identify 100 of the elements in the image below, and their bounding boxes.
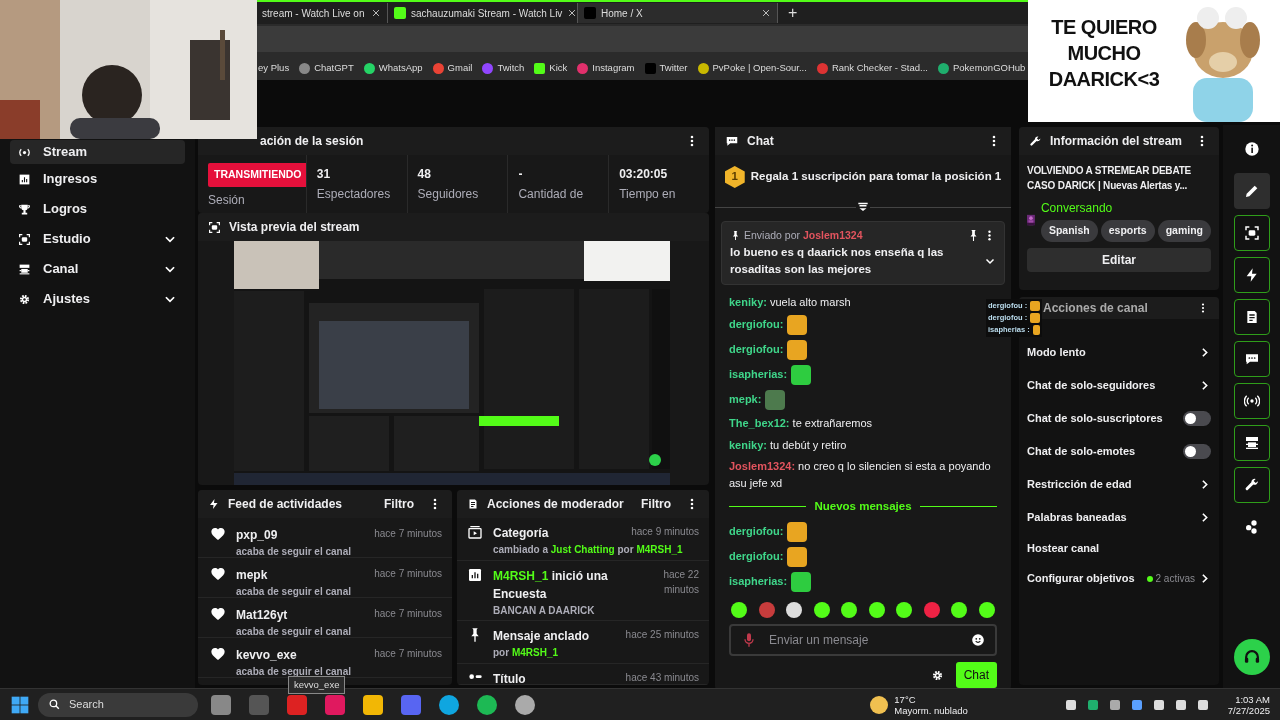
stream-title: VOLVIENDO A STREMEAR DEBATE CASO DARICK | Nuevas Alertas y... (1027, 164, 1193, 193)
channel-action-row[interactable]: Palabras baneadas (1019, 501, 1219, 534)
bookmark[interactable]: Twitter (644, 60, 688, 76)
activity-text: acaba de seguir el canal (236, 545, 353, 557)
bookmark[interactable]: Instagram (577, 60, 635, 76)
sidebar-item[interactable]: Stream (10, 140, 185, 164)
channel-action-row[interactable]: Hostear canal (1019, 534, 1219, 562)
sidebar-item[interactable]: Logros (10, 194, 185, 224)
activity-text: acaba de seguir el canal (236, 625, 353, 637)
sidebar-item[interactable]: Estudio (10, 224, 185, 254)
goal-count: 2 activas (1155, 572, 1195, 586)
username[interactable]: pxp_09 (236, 526, 365, 544)
rank-badge: 1 (724, 166, 745, 188)
card-title: Acciones de moderador (487, 496, 625, 513)
bookmark[interactable]: WhatsApp (363, 60, 423, 76)
chat-username[interactable]: dergiofou: (729, 524, 784, 537)
tag[interactable]: gaming (1157, 220, 1211, 242)
bookmark[interactable]: PokemonGOHub (938, 60, 1026, 76)
chat-message: The_bex12: te extrañaremos (729, 416, 873, 432)
chat-username[interactable]: dergiofou: (729, 318, 784, 331)
chat-username[interactable]: mepk: (729, 393, 762, 406)
mod-action-title: Título (493, 670, 527, 684)
channel-action-row[interactable]: Configurar objetivos 2 activas (1019, 562, 1219, 595)
chat-username[interactable]: dergiofou: (729, 549, 784, 562)
clock-date: 7/27/2025 (1227, 704, 1270, 716)
pinned-text: lo bueno es q daarick nos enseña q las rosaditas son las mejores (730, 244, 945, 277)
new-tab-button[interactable]: + (778, 1, 808, 25)
pinned-by: Enviado por Joslem1324 (744, 228, 864, 243)
chat-message: Joslem1324: no creo q lo silencien si esta a poyando asu jefe xd (729, 459, 992, 491)
channel-action-row[interactable]: Chat de solo-emotes (1019, 435, 1219, 468)
chat-username[interactable]: isapherias: (729, 368, 788, 381)
timestamp: hace 25 minutos (625, 627, 699, 642)
search-field[interactable]: Search (38, 692, 198, 717)
stat-value: 31 (316, 166, 332, 183)
category-link[interactable]: Conversando (1040, 199, 1211, 217)
tag[interactable]: esports (1100, 220, 1155, 242)
sidebar-item[interactable]: Canal (10, 254, 185, 284)
edit-button[interactable]: Editar (1027, 247, 1211, 272)
card-title: Vista previa del stream (229, 219, 361, 236)
chat-send-button[interactable]: Chat (955, 662, 997, 688)
message-field[interactable]: Enviar un mensaje (729, 624, 997, 656)
mod-action-title: Mensaje anclado (493, 627, 591, 645)
activity-text: acaba de seguir el canal (236, 665, 353, 677)
weather-text: Mayorm. nublado (894, 704, 968, 716)
bookmark[interactable]: PvPoke | Open-Sour... (697, 60, 807, 76)
bookmark[interactable]: ChatGPT (299, 60, 354, 76)
live-badge: TRANSMITIENDO (208, 163, 306, 187)
channel-action-row[interactable]: Chat de solo-suscriptores (1019, 402, 1219, 435)
stat-value: 03:20:05 (619, 166, 669, 183)
channel-action-row[interactable]: Modo lento (1019, 336, 1219, 369)
username[interactable]: kevvo_exe (236, 646, 365, 664)
timestamp: hace 9 minutos (631, 525, 699, 539)
clock-time: 1:03 AM (1234, 693, 1270, 705)
card-title: ación de la sesión (260, 133, 365, 150)
bookmark[interactable]: Twitch (482, 60, 525, 76)
chat-message: keniky: tu debút y retiro (729, 437, 847, 453)
mod-action-detail: cambiado a Just Chatting por M4RSH_1 (493, 543, 684, 557)
timestamp: hace 22 minutos (662, 568, 699, 598)
channel-action-row[interactable]: Chat de solo-seguidores (1019, 369, 1219, 402)
timestamp: hace 7 minutos (374, 527, 442, 541)
channel-action-row[interactable]: Restricción de edad (1019, 468, 1219, 501)
sidebar-item[interactable]: Ingresos (10, 164, 185, 194)
bookmark[interactable]: ey Plus (258, 60, 290, 76)
chat-username[interactable]: isapherias: (729, 574, 788, 587)
timestamp: hace 7 minutos (374, 607, 442, 621)
filter-button[interactable]: Filtro (384, 495, 414, 513)
username[interactable]: mepk (236, 566, 365, 584)
mod-action-detail: BANCAN A DAARICK (493, 604, 596, 619)
timestamp: hace 7 minutos (374, 647, 442, 661)
browser-tab[interactable]: Home / X (578, 3, 778, 23)
overlay-text: TE QUIERO MUCHO DAARICK<3 (1047, 15, 1161, 92)
timestamp: hace 43 minutos (625, 670, 699, 684)
mod-action-title: M4RSH_1 inició una Encuesta (493, 568, 609, 604)
message-input[interactable]: Enviar un mensaje (767, 630, 961, 650)
mod-action-title: Categoría (493, 525, 550, 542)
mod-action-detail: por M4RSH_1 (493, 645, 560, 660)
tooltip: kevvo_exe (288, 676, 346, 695)
username[interactable]: Mat126yt (236, 606, 365, 624)
bookmark[interactable]: Gmail (432, 60, 473, 76)
stat-label: Espectadores (316, 186, 392, 203)
tag[interactable]: Spanish (1040, 220, 1098, 242)
bookmark[interactable]: Kick (534, 60, 568, 76)
activity-text: acaba de seguir el canal (236, 585, 353, 597)
card-title: Información del stream (1050, 133, 1184, 150)
chat-username[interactable]: dergiofou: (729, 343, 784, 356)
filter-button[interactable]: Filtro (641, 495, 671, 513)
stat-value: 48 (417, 166, 432, 183)
new-messages-divider: Nuevos mensajes (814, 498, 912, 514)
promo-text: Regala 1 suscripción para tomar la posición 1 (750, 169, 1002, 185)
card-title: Feed de actividades (228, 496, 344, 513)
stat-label: Cantidad de (518, 186, 585, 203)
stat-label: Tiempo en (619, 186, 677, 203)
sidebar-item[interactable]: Ajustes (10, 284, 185, 314)
timestamp: hace 7 minutos (374, 567, 442, 581)
chat-message: keniky: vuela alto marsh (729, 294, 851, 310)
temperature: 17°C (894, 693, 917, 705)
stat-label: Sesión (208, 191, 246, 209)
stat-label: Seguidores (417, 186, 480, 203)
card-title: Acciones de canal (1043, 300, 1149, 317)
bookmark[interactable]: Rank Checker - Stad... (816, 60, 928, 76)
